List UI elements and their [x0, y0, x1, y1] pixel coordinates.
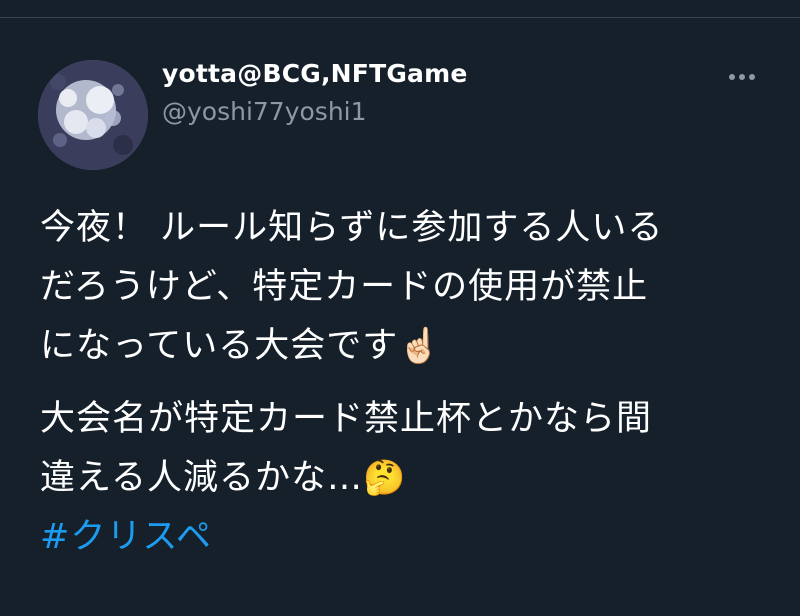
- tweet-paragraph-text: 大会名が特定カード禁止杯とかなら間 違える人減るかな…: [40, 399, 653, 498]
- tweet-text: 今夜！ ルール知らずに参加する人いる だろうけど、特定カードの使用が禁止 になっ…: [40, 199, 780, 567]
- tweet-card: yotta@BCG,NFTGame @yoshi77yoshi1 今夜！ ルール…: [0, 19, 800, 616]
- more-horizontal-icon: [729, 74, 755, 80]
- tweet-paragraph: 大会名が特定カード禁止杯とかなら間 違える人減るかな…🤔: [40, 390, 780, 508]
- more-options-button[interactable]: [722, 62, 762, 92]
- top-divider: [0, 0, 800, 18]
- hashtag-link[interactable]: #クリスペ: [40, 517, 212, 557]
- avatar-image: [38, 60, 148, 170]
- pointing-up-emoji: ☝🏻: [398, 326, 442, 366]
- tweet-paragraph: 今夜！ ルール知らずに参加する人いる だろうけど、特定カードの使用が禁止 になっ…: [40, 199, 780, 376]
- thinking-face-emoji: 🤔: [362, 458, 407, 498]
- tweet-paragraph-text: 今夜！ ルール知らずに参加する人いる だろうけど、特定カードの使用が禁止 になっ…: [40, 208, 664, 366]
- tweet-hashtag-line: #クリスペ: [40, 508, 780, 567]
- avatar[interactable]: [38, 60, 148, 170]
- author-display-name[interactable]: yotta@BCG,NFTGame: [162, 59, 468, 88]
- author-handle[interactable]: @yoshi77yoshi1: [162, 97, 367, 126]
